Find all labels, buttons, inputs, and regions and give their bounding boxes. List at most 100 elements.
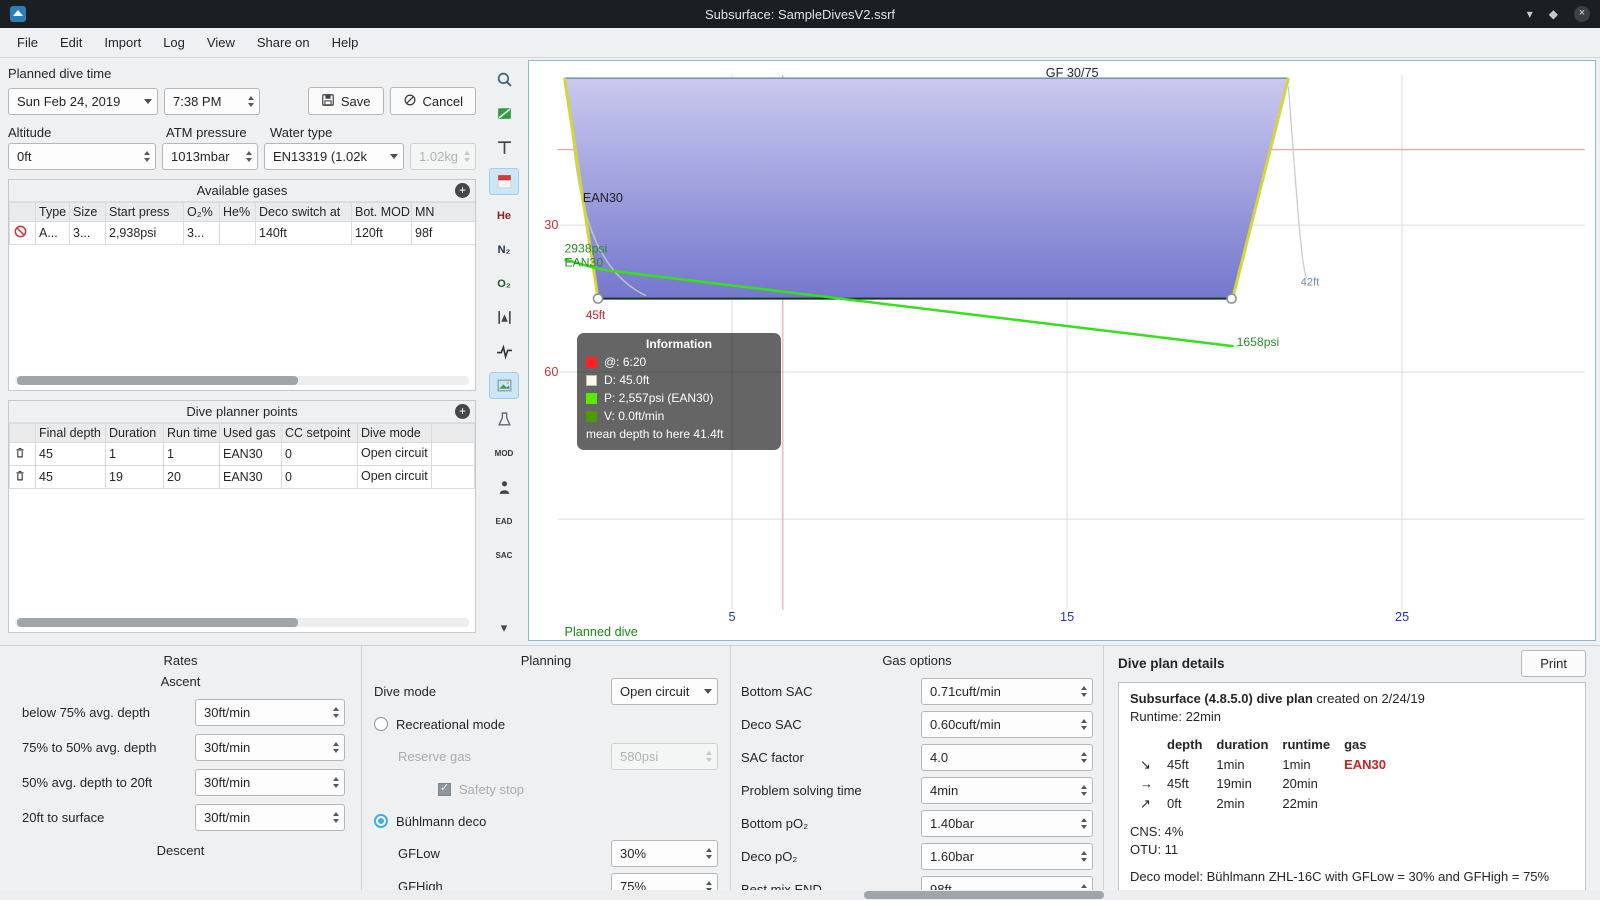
menu-file[interactable]: File xyxy=(6,31,49,54)
altitude-spinner[interactable]: 0ft xyxy=(8,143,156,170)
scrollbar-thumb[interactable] xyxy=(864,891,1104,899)
add-gas-button[interactable]: + xyxy=(455,183,470,198)
spinner-arrows-icon[interactable] xyxy=(329,812,339,823)
cell-final-depth[interactable]: 45 xyxy=(35,442,106,466)
cell-mnd[interactable]: 98f xyxy=(411,221,475,245)
sac-factor-spinner[interactable]: 4.0 xyxy=(921,744,1093,771)
point-row-2[interactable]: 45 19 20 EAN30 0 Open circuit xyxy=(9,465,475,489)
ceiling-toggle-icon[interactable] xyxy=(489,168,519,195)
recreational-mode-radio[interactable]: Recreational mode xyxy=(374,711,718,737)
dive-time-spinner[interactable]: 7:38 PM xyxy=(164,87,260,115)
po2-toggle-icon[interactable]: O₂ xyxy=(489,270,519,297)
cell-cc-setpoint[interactable]: 0 xyxy=(281,442,358,466)
cell-bot-mod[interactable]: 120ft xyxy=(351,221,412,245)
cell-duration[interactable]: 1 xyxy=(105,442,164,466)
spinner-arrows-icon[interactable] xyxy=(1077,686,1087,697)
delete-point-icon[interactable] xyxy=(9,465,36,489)
cell-used-gas[interactable]: EAN30 xyxy=(219,465,282,489)
spinner-arrows-icon[interactable] xyxy=(140,151,150,162)
cell-o2[interactable]: 3... xyxy=(183,221,220,245)
spinner-arrows-icon[interactable] xyxy=(1077,719,1087,730)
dive-mode-combobox[interactable]: Open circuit xyxy=(611,678,718,705)
phe-toggle-icon[interactable]: He xyxy=(489,202,519,229)
spinner-arrows-icon[interactable] xyxy=(329,707,339,718)
menu-view[interactable]: View xyxy=(196,31,246,54)
point-row-1[interactable]: 45 1 1 EAN30 0 Open circuit xyxy=(9,442,475,466)
gas-in-use-icon[interactable] xyxy=(9,221,36,245)
best-mix-end-spinner[interactable]: 98ft xyxy=(921,876,1093,890)
bottom-po2-spinner[interactable]: 1.40bar xyxy=(921,810,1093,837)
points-horizontal-scrollbar[interactable] xyxy=(15,618,469,627)
cell-deco-switch[interactable]: 140ft xyxy=(255,221,352,245)
col-o2[interactable]: O₂% xyxy=(183,202,220,222)
ead-toggle-icon[interactable]: EAD xyxy=(489,508,519,535)
window-close-icon[interactable]: × xyxy=(1574,6,1590,22)
dive-point-handle[interactable] xyxy=(1226,293,1237,304)
spinner-arrows-icon[interactable] xyxy=(702,848,712,859)
col-run-time[interactable]: Run time xyxy=(163,423,220,443)
col-mnd[interactable]: MN xyxy=(411,202,475,222)
col-bot-mod[interactable]: Bot. MOD xyxy=(351,202,412,222)
problem-solving-time-spinner[interactable]: 4min xyxy=(921,777,1093,804)
bottom-sac-spinner[interactable]: 0.71cuft/min xyxy=(921,678,1093,705)
spinner-arrows-icon[interactable] xyxy=(1077,851,1087,862)
spinner-arrows-icon[interactable] xyxy=(1077,785,1087,796)
information-tooltip[interactable]: Information @: 6:20 D: 45.0ft P: 2,557ps… xyxy=(577,333,781,450)
spinner-arrows-icon[interactable] xyxy=(1077,752,1087,763)
col-used-gas[interactable]: Used gas xyxy=(219,423,282,443)
cell-dive-mode[interactable]: Open circuit xyxy=(357,442,432,466)
col-type[interactable]: Type xyxy=(35,202,70,222)
sac-toggle-icon[interactable]: SAC xyxy=(489,542,519,569)
add-point-button[interactable]: + xyxy=(455,404,470,419)
toolbar-scroll-down-icon[interactable]: ▾ xyxy=(489,614,519,641)
scale-toggle-icon[interactable] xyxy=(489,100,519,127)
menu-share-on[interactable]: Share on xyxy=(246,31,321,54)
menu-log[interactable]: Log xyxy=(152,31,196,54)
ascent-rate-3-spinner[interactable]: 30ft/min xyxy=(195,769,345,796)
cell-type[interactable]: A... xyxy=(35,221,70,245)
print-button[interactable]: Print xyxy=(1521,650,1586,677)
buhlmann-deco-radio[interactable]: Bühlmann deco xyxy=(374,808,718,834)
cell-duration[interactable]: 19 xyxy=(105,465,164,489)
spinner-arrows-icon[interactable] xyxy=(329,777,339,788)
radio-icon[interactable] xyxy=(374,717,388,731)
col-cc-setpoint[interactable]: CC setpoint xyxy=(281,423,358,443)
col-deco-switch[interactable]: Deco switch at xyxy=(255,202,352,222)
window-menu-icon[interactable]: ▾ xyxy=(1527,6,1533,22)
deco-po2-spinner[interactable]: 1.60bar xyxy=(921,843,1093,870)
ascent-rate-2-spinner[interactable]: 30ft/min xyxy=(195,734,345,761)
spinner-arrows-icon[interactable] xyxy=(1077,818,1087,829)
dive-point-handle[interactable] xyxy=(592,293,604,304)
col-he[interactable]: He% xyxy=(219,202,256,222)
pn2-toggle-icon[interactable]: N₂ xyxy=(489,236,519,263)
gfhigh-spinner[interactable]: 75% xyxy=(611,873,718,890)
cancel-button[interactable]: Cancel xyxy=(389,87,476,115)
mod-limit-toggle-icon[interactable] xyxy=(489,304,519,331)
spinner-arrows-icon[interactable] xyxy=(242,151,252,162)
mod-toggle-icon[interactable]: MOD xyxy=(489,440,519,467)
menu-import[interactable]: Import xyxy=(93,31,152,54)
water-type-combobox[interactable]: EN13319 (1.02k xyxy=(264,143,404,170)
cell-dive-mode[interactable]: Open circuit xyxy=(357,465,432,489)
cell-cc-setpoint[interactable]: 0 xyxy=(281,465,358,489)
col-duration[interactable]: Duration xyxy=(105,423,164,443)
save-button[interactable]: Save xyxy=(307,87,384,115)
ascent-rate-1-spinner[interactable]: 30ft/min xyxy=(195,699,345,726)
radio-checked-icon[interactable] xyxy=(374,814,388,828)
menu-edit[interactable]: Edit xyxy=(49,31,93,54)
window-restore-icon[interactable]: ◆ xyxy=(1549,6,1558,22)
scrollbar-thumb[interactable] xyxy=(17,618,299,627)
cell-size[interactable]: 3... xyxy=(69,221,106,245)
dive-profile-chart[interactable]: GF 30/75 EAN30 2938psi EAN30 45ft 1658ps… xyxy=(528,60,1596,641)
heart-rate-toggle-icon[interactable] xyxy=(489,338,519,365)
photos-toggle-icon[interactable] xyxy=(489,372,519,399)
zoom-icon[interactable] xyxy=(489,66,519,93)
delete-point-icon[interactable] xyxy=(9,442,36,466)
col-start-press[interactable]: Start press xyxy=(105,202,184,222)
spinner-arrows-icon[interactable] xyxy=(244,95,254,107)
diver-ceiling-toggle-icon[interactable] xyxy=(489,474,519,501)
deco-sac-spinner[interactable]: 0.60cuft/min xyxy=(921,711,1093,738)
bottom-horizontal-scrollbar[interactable] xyxy=(0,890,1600,900)
ascent-rate-4-spinner[interactable]: 30ft/min xyxy=(195,804,345,831)
gases-horizontal-scrollbar[interactable] xyxy=(15,376,469,385)
